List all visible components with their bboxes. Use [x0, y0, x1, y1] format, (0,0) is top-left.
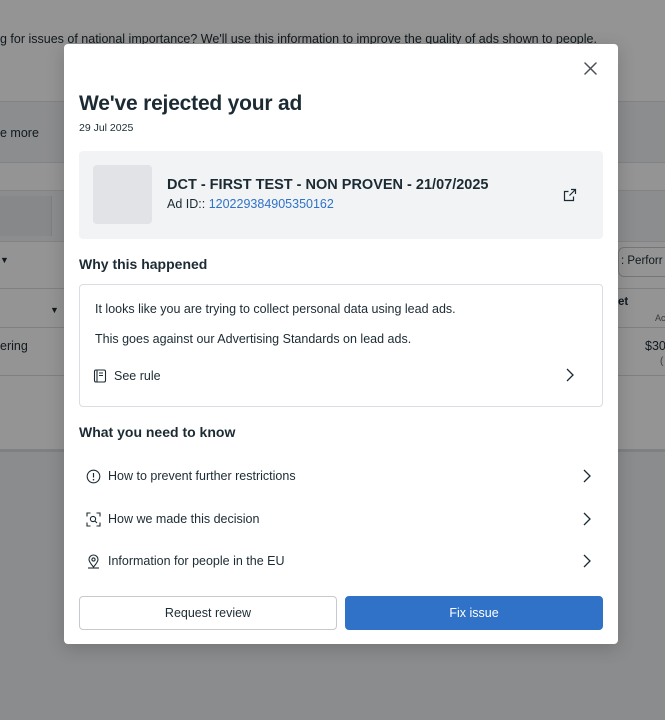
rule-book-icon: [93, 369, 107, 383]
reason-text: It looks like you are trying to collect …: [95, 302, 456, 316]
close-button[interactable]: [580, 58, 600, 78]
scan-search-icon: [85, 511, 101, 527]
dialog-title: We've rejected your ad: [79, 92, 303, 115]
need-to-know-heading: What you need to know: [79, 424, 236, 440]
ad-rejected-dialog: We've rejected your ad 29 Jul 2025 DCT -…: [64, 44, 618, 644]
eu-info-label: Information for people in the EU: [108, 554, 285, 568]
rejection-date: 29 Jul 2025: [79, 122, 134, 134]
policy-text: This goes against our Advertising Standa…: [95, 332, 412, 346]
chevron-right-icon: [566, 368, 574, 382]
location-pin-icon: [85, 553, 101, 569]
ad-id-row: Ad ID:: 120229384905350162: [167, 197, 334, 211]
close-icon: [583, 61, 597, 75]
why-panel: It looks like you are trying to collect …: [79, 284, 603, 407]
ad-id-label: Ad ID::: [167, 197, 206, 211]
prevent-restrictions-row[interactable]: How to prevent further restrictions: [79, 461, 603, 491]
why-heading: Why this happened: [79, 256, 208, 272]
fix-issue-button[interactable]: Fix issue: [345, 596, 603, 630]
external-link-icon: [563, 188, 577, 202]
info-circle-icon: [85, 468, 101, 484]
request-review-button[interactable]: Request review: [79, 596, 337, 630]
open-external-button[interactable]: [562, 187, 578, 203]
eu-info-row[interactable]: Information for people in the EU: [79, 546, 603, 576]
ad-name: DCT - FIRST TEST - NON PROVEN - 21/07/20…: [167, 177, 489, 193]
ad-thumbnail: [93, 165, 152, 224]
decision-info-row[interactable]: How we made this decision: [79, 504, 603, 534]
see-rule-label: See rule: [114, 369, 161, 383]
chevron-right-icon: [583, 554, 591, 568]
prevent-restrictions-label: How to prevent further restrictions: [108, 469, 296, 483]
chevron-right-icon: [583, 469, 591, 483]
decision-info-label: How we made this decision: [108, 512, 260, 526]
ad-summary-card: DCT - FIRST TEST - NON PROVEN - 21/07/20…: [79, 151, 603, 239]
ad-id-link[interactable]: 120229384905350162: [209, 197, 334, 211]
chevron-right-icon: [583, 512, 591, 526]
see-rule-link[interactable]: See rule: [92, 364, 592, 388]
